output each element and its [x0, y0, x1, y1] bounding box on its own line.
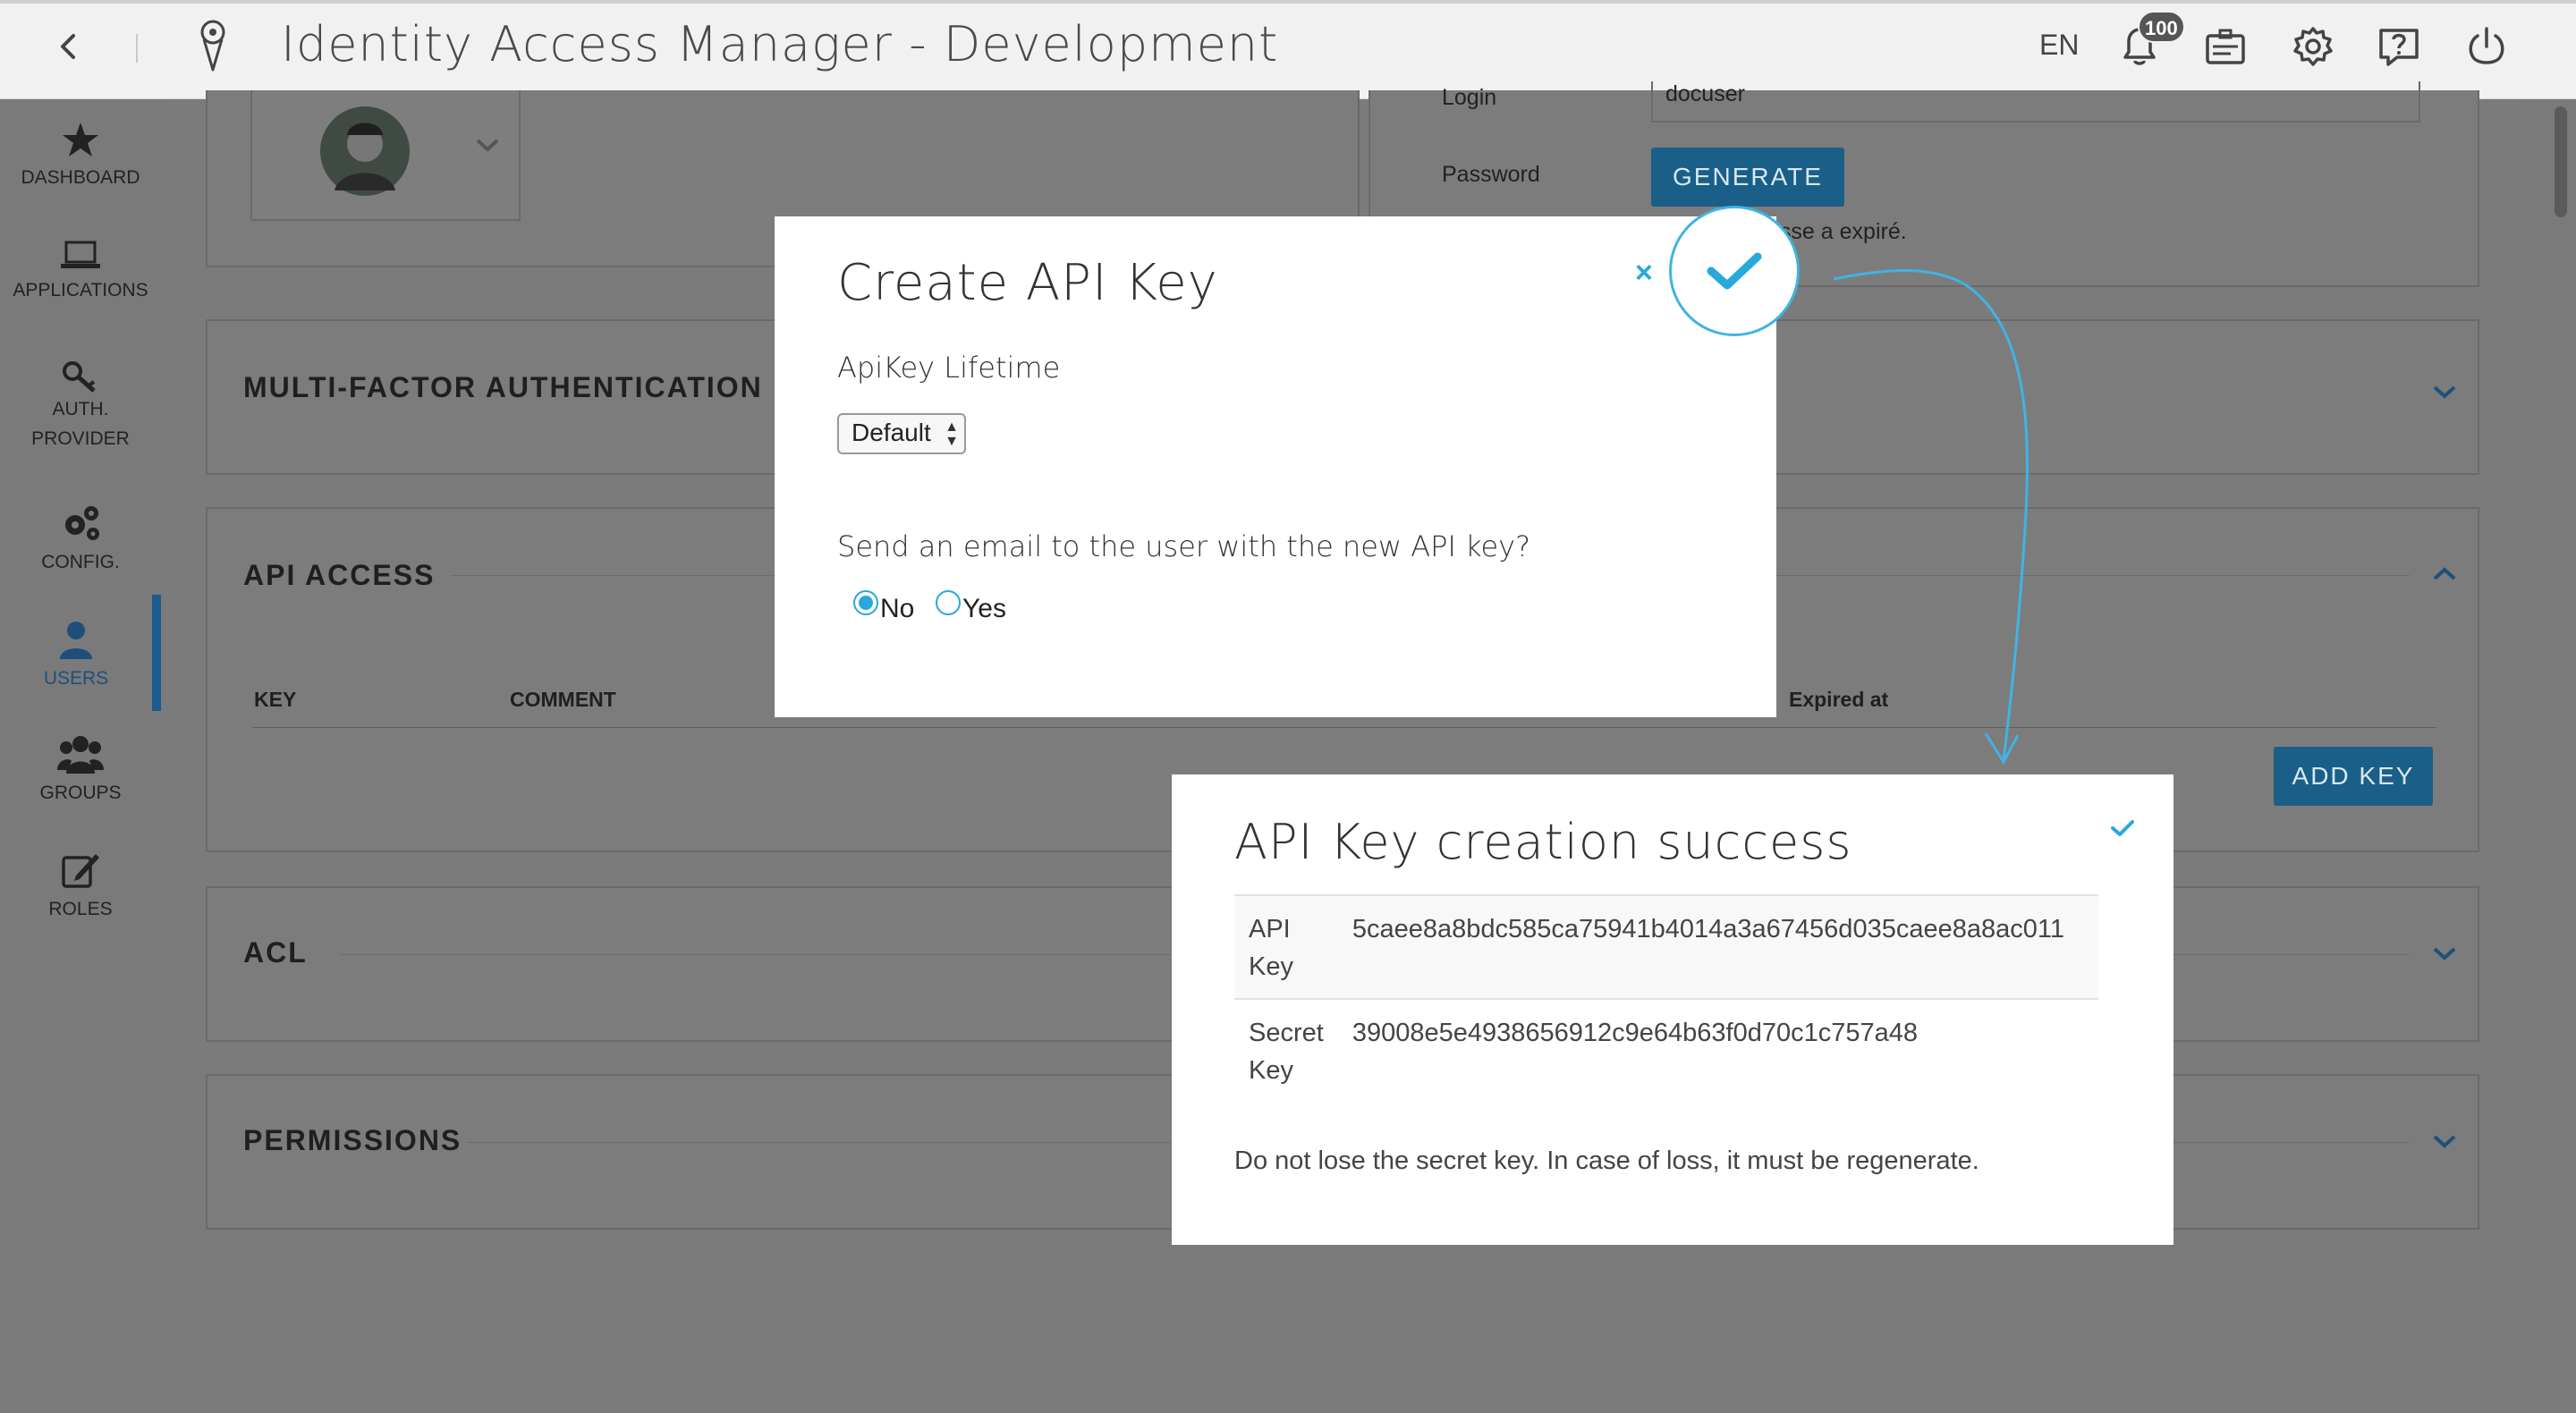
- table-row: Secret Key 39008e5e4938656912c9e64b63f0d7…: [1234, 998, 2098, 1104]
- sidebar-item-label: APPLICATIONS: [13, 280, 148, 300]
- back-arrow-icon[interactable]: [52, 25, 84, 68]
- sidebar-item-dashboard[interactable]: DASHBOARD: [0, 121, 161, 189]
- sidebar-item-config[interactable]: CONFIG.: [0, 503, 161, 573]
- warning-note: Do not lose the secret key. In case of l…: [1234, 1146, 1979, 1175]
- secret-key-label: Secret Key: [1234, 998, 1338, 1104]
- separator: [136, 34, 138, 63]
- logo-icon: [200, 20, 225, 72]
- password-label: Password: [1442, 162, 1540, 187]
- column-header-key: KEY: [254, 688, 297, 711]
- avatar-dropdown[interactable]: [250, 90, 521, 221]
- radio-no[interactable]: [853, 590, 878, 615]
- radio-yes-label[interactable]: Yes: [962, 594, 1006, 624]
- chevron-up-icon[interactable]: [2429, 564, 2460, 584]
- radio-yes[interactable]: [936, 590, 961, 615]
- login-input[interactable]: docuser: [1651, 81, 2420, 123]
- user-icon: [60, 622, 92, 659]
- key-icon: [63, 361, 96, 393]
- add-key-button[interactable]: ADD KEY: [2274, 747, 2433, 806]
- sidebar-item-auth-provider[interactable]: AUTH. PROVIDER: [0, 359, 161, 453]
- check-icon[interactable]: [2109, 817, 2136, 839]
- laptop-icon: [61, 241, 100, 268]
- permissions-header: PERMISSIONS: [243, 1124, 462, 1156]
- sidebar-item-label: CONFIG.: [41, 552, 120, 572]
- sidebar-item-label: AUTH.: [52, 399, 109, 419]
- modal-title: Create API Key: [837, 254, 1218, 312]
- annotation-arrow: [1833, 269, 2029, 765]
- scrollbar[interactable]: [2546, 99, 2576, 1413]
- lifetime-label: ApiKey Lifetime: [837, 351, 1061, 385]
- close-icon[interactable]: ×: [1635, 256, 1653, 291]
- mfa-header: MULTI-FACTOR AUTHENTICATION: [243, 371, 763, 403]
- check-icon: [1707, 252, 1762, 290]
- secret-key-value[interactable]: 39008e5e4938656912c9e64b63f0d70c1c757a48: [1337, 998, 2098, 1104]
- star-icon: [63, 123, 98, 157]
- app-title: Identity Access Manager - Development: [281, 16, 1279, 72]
- sidebar-item-label: DASHBOARD: [21, 167, 140, 188]
- login-label: Login: [1442, 85, 1497, 110]
- avatar: [320, 106, 410, 196]
- radio-no-label[interactable]: No: [880, 594, 914, 624]
- select-arrows-icon: ▲ ▼: [945, 419, 959, 449]
- api-key-table: API Key 5caee8a8bdc585ca75941b4014a3a6745…: [1234, 894, 2098, 1104]
- api-key-label: API Key: [1234, 894, 1338, 999]
- sidebar-item-roles[interactable]: ROLES: [0, 850, 161, 920]
- create-api-key-modal: Create API Key × ApiKey Lifetime Default…: [775, 216, 1776, 717]
- email-question: Send an email to the user with the new A…: [837, 529, 1531, 563]
- sidebar-item-label: USERS: [43, 668, 109, 689]
- help-icon[interactable]: [2370, 18, 2428, 75]
- sidebar-item-applications[interactable]: APPLICATIONS: [0, 239, 161, 301]
- column-header-comment: COMMENT: [510, 688, 616, 711]
- chevron-down-icon[interactable]: [472, 135, 503, 155]
- chevron-down-icon[interactable]: [2429, 1131, 2460, 1151]
- id-card-icon[interactable]: [2197, 18, 2254, 75]
- table-divider: [252, 727, 2436, 728]
- api-key-value[interactable]: 5caee8a8bdc585ca75941b4014a3a67456d035ca…: [1337, 894, 2098, 999]
- sidebar-item-label-line2: PROVIDER: [31, 428, 130, 449]
- api-access-header: API ACCESS: [243, 559, 436, 591]
- sidebar-item-users[interactable]: USERS: [0, 595, 161, 711]
- table-row: API Key 5caee8a8bdc585ca75941b4014a3a6745…: [1234, 894, 2098, 999]
- modal-title: API Key creation success: [1234, 814, 1852, 870]
- sidebar: DASHBOARD APPLICATIONS AUTH. PROVIDER CO…: [0, 99, 161, 1413]
- sidebar-item-label: GROUPS: [39, 783, 122, 803]
- generate-button[interactable]: GENERATE: [1651, 148, 1844, 207]
- chevron-down-icon[interactable]: [2429, 382, 2460, 402]
- notification-badge: 100: [2138, 11, 2185, 43]
- lifetime-select[interactable]: Default ▲ ▼: [837, 413, 966, 454]
- edit-icon: [62, 854, 99, 888]
- scrollbar-thumb[interactable]: [2555, 106, 2567, 217]
- power-icon[interactable]: [2458, 18, 2515, 75]
- acl-header: ACL: [243, 936, 308, 969]
- api-key-success-modal: API Key creation success API Key 5caee8a8…: [1172, 774, 2174, 1245]
- group-icon: [57, 736, 104, 774]
- gear-icon[interactable]: [2284, 18, 2342, 75]
- sidebar-item-label: ROLES: [48, 899, 113, 919]
- sidebar-item-groups[interactable]: GROUPS: [0, 734, 161, 804]
- confirm-button[interactable]: [1669, 206, 1800, 336]
- gears-icon: [65, 506, 99, 540]
- lifetime-select-value: Default: [852, 419, 931, 446]
- chevron-down-icon[interactable]: [2429, 943, 2460, 963]
- language-selector[interactable]: EN: [2039, 29, 2079, 62]
